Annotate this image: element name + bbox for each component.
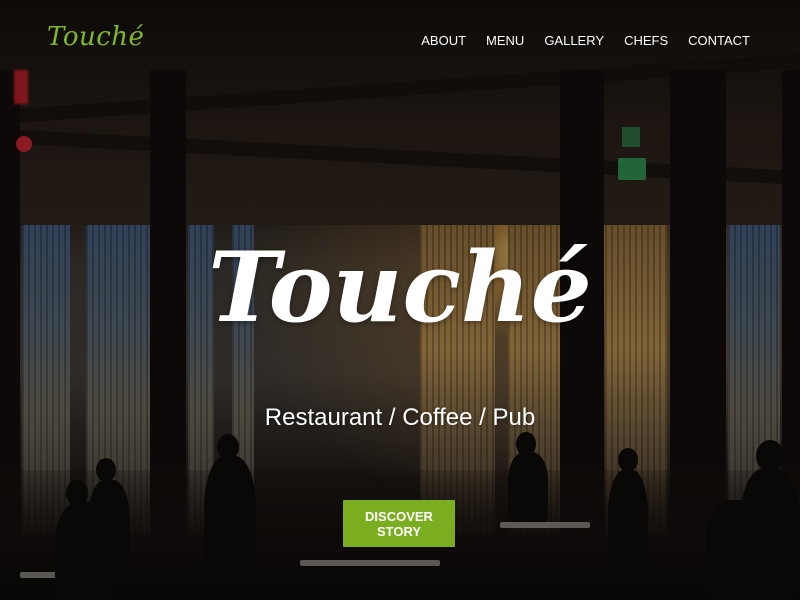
nav-item-chefs[interactable]: CHEFS	[624, 33, 668, 48]
nav-item-about[interactable]: ABOUT	[421, 33, 466, 48]
brand-logo[interactable]: Touché	[47, 22, 144, 52]
discover-story-button[interactable]: DISCOVER STORY	[343, 500, 455, 547]
hero-subtitle: Restaurant / Coffee / Pub	[264, 404, 536, 431]
nav-item-menu[interactable]: MENU	[486, 33, 524, 48]
hero-title: Touché	[208, 231, 592, 344]
nav-item-contact[interactable]: CONTACT	[688, 33, 750, 48]
main-menu: ABOUT MENU GALLERY CHEFS CONTACT	[401, 33, 750, 48]
nav-item-gallery[interactable]: GALLERY	[544, 33, 604, 48]
hero-section: Touché ABOUT MENU GALLERY CHEFS CONTACT …	[0, 0, 800, 600]
top-navbar: Touché ABOUT MENU GALLERY CHEFS CONTACT	[0, 0, 800, 80]
